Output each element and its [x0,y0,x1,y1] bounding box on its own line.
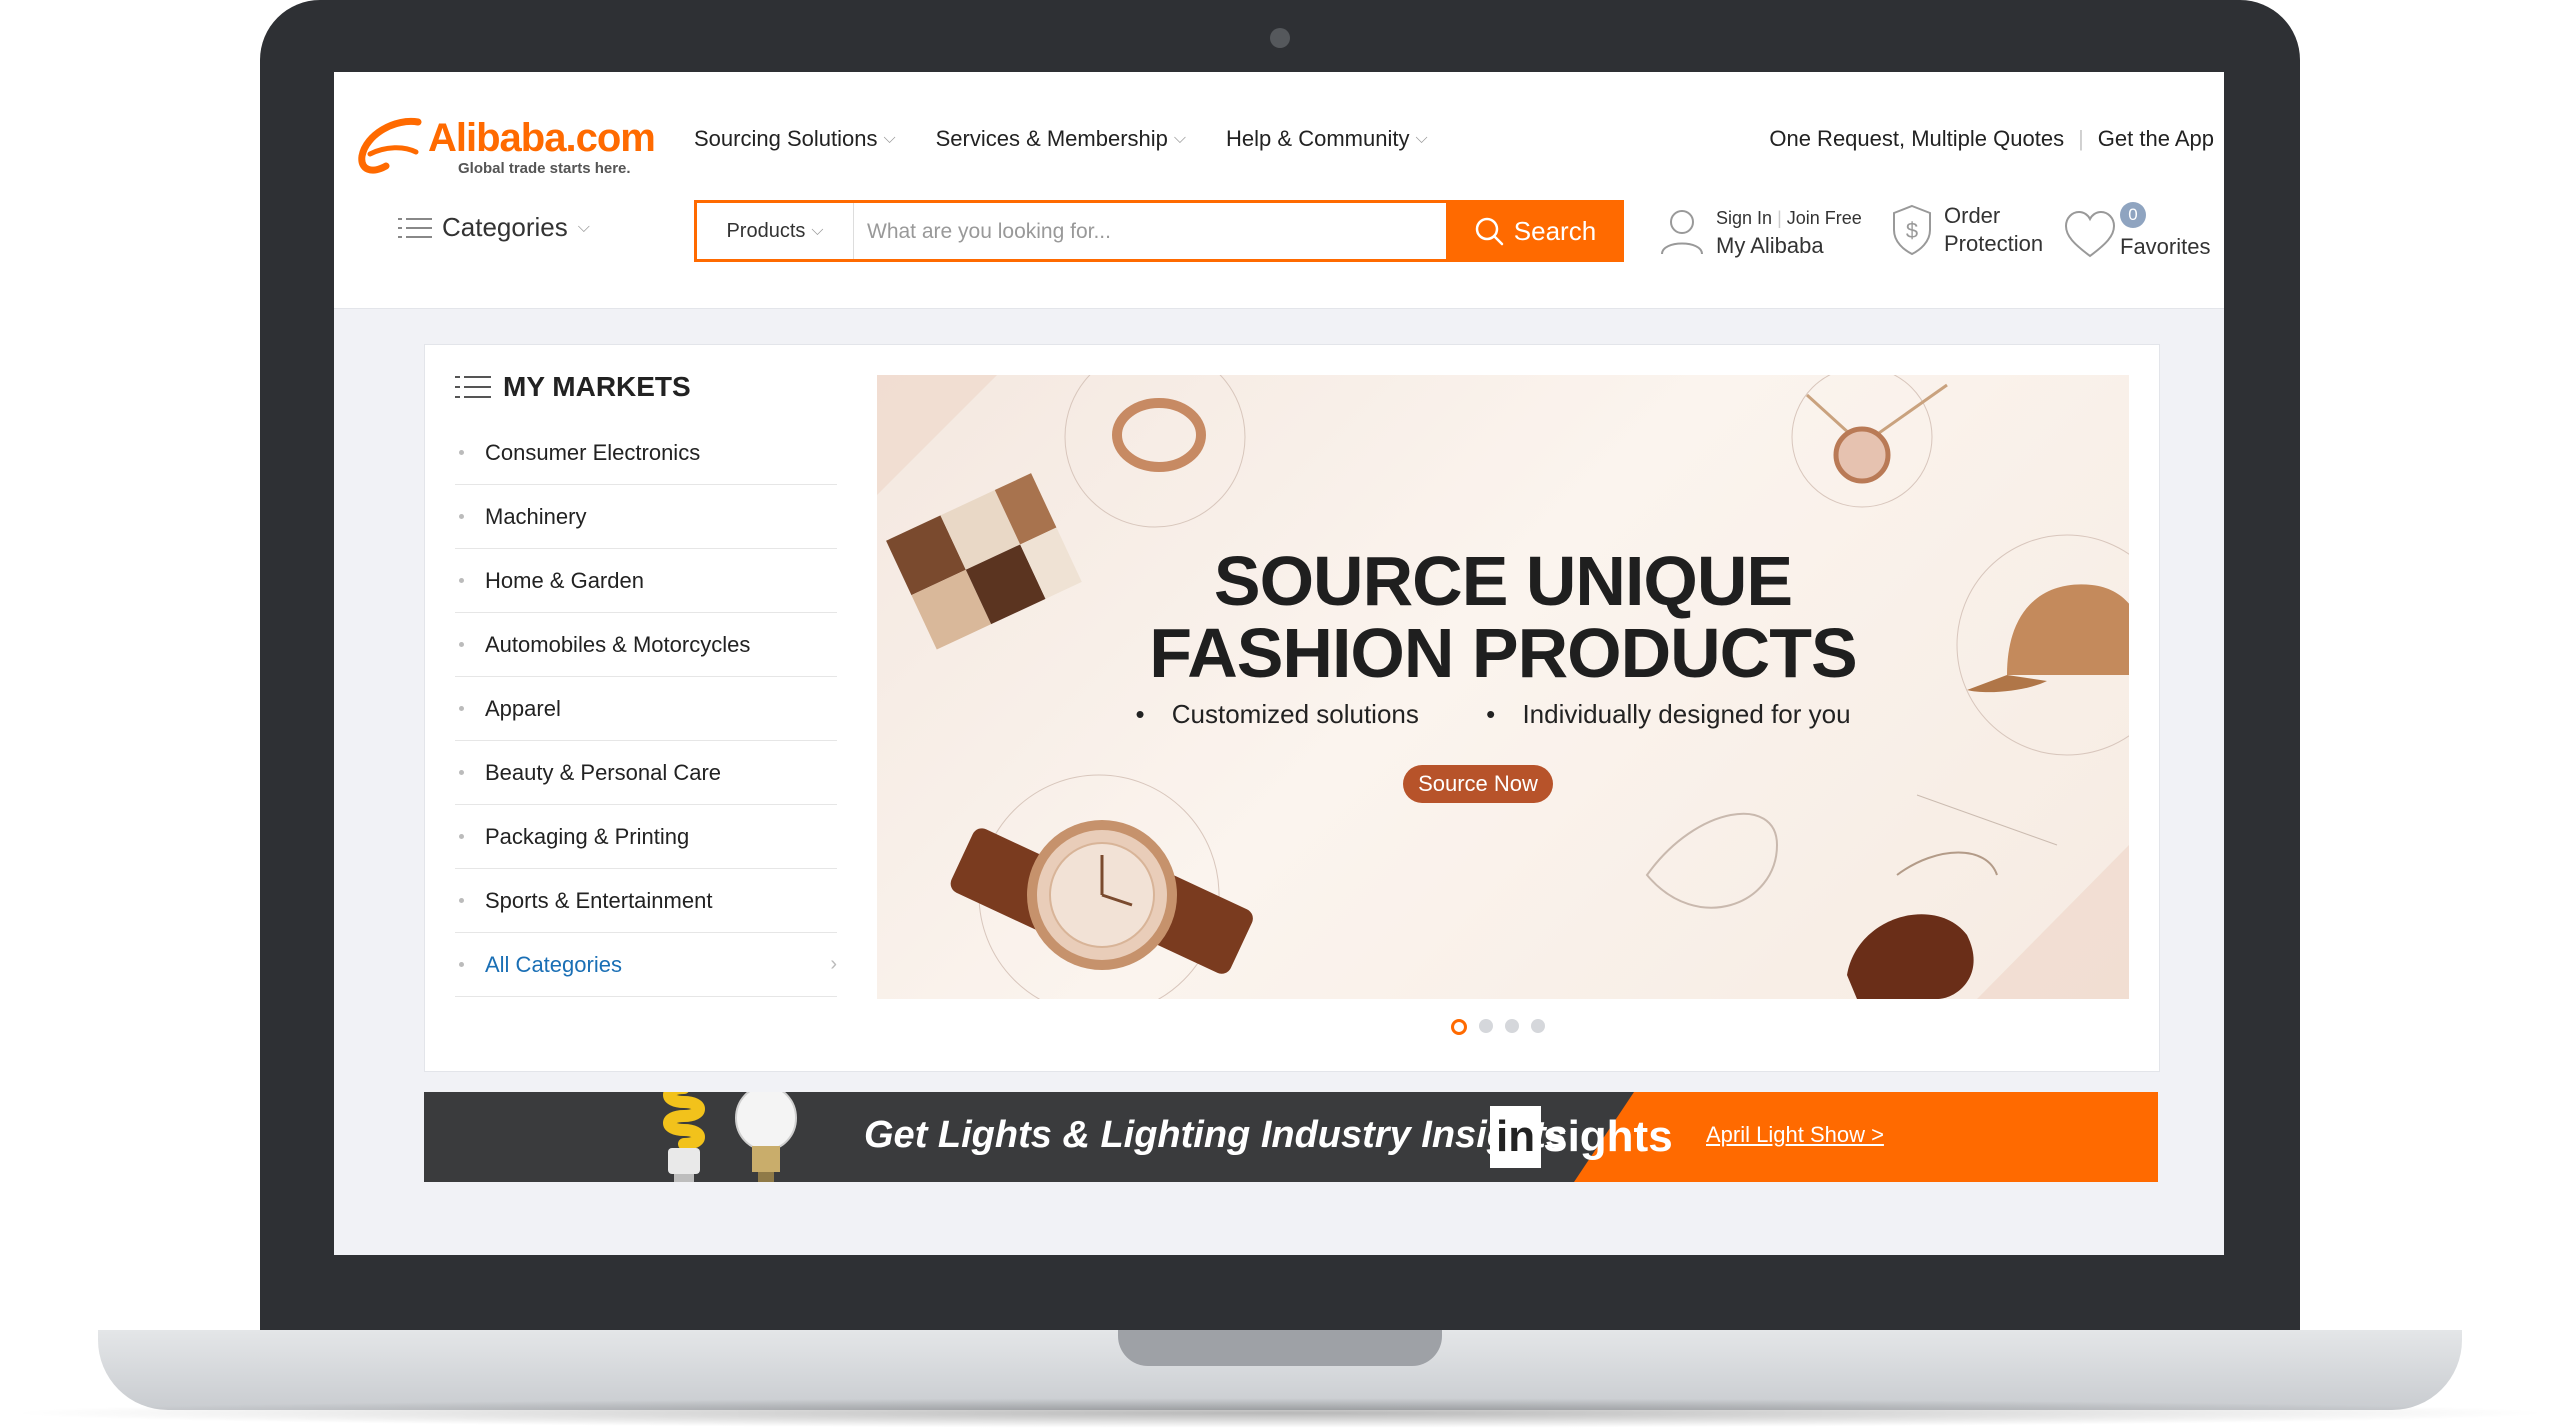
search-button[interactable]: Search [1446,200,1624,262]
carousel-dot[interactable] [1505,1019,1519,1033]
banner-headline-2: FASHION PRODUCTS [1149,614,1857,692]
order-protection-link[interactable]: $ Order Protection [1890,202,2043,258]
list-icon [398,217,432,238]
insights-rest: sights [1543,1112,1673,1161]
browser-screen: Alibaba.com Global trade starts here. So… [334,72,2224,1255]
logo-tagline: Global trade starts here. [458,160,631,177]
source-now-button[interactable]: Source Now [1403,765,1553,803]
favorites-count-badge: 0 [2120,202,2146,228]
sign-in-link[interactable]: Sign In [1716,208,1772,228]
hero-banner[interactable]: SOURCE UNIQUE FASHION PRODUCTS • Customi… [877,375,2129,999]
top-links: One Request, Multiple Quotes | Get the A… [1769,126,2214,152]
chevron-right-icon: › [830,953,837,975]
laptop-shadow [0,1398,2560,1428]
my-markets-title: MY MARKETS [455,371,691,403]
order-line2: Protection [1944,231,2044,256]
all-categories-link[interactable]: All Categories › [455,933,837,997]
market-item-packaging[interactable]: Packaging & Printing [455,805,837,869]
categories-label: Categories [442,212,568,242]
banner-bullets: • Customized solutions • Individually de… [877,699,2129,730]
favorites-label: Favorites [2120,234,2211,259]
chevron-down-icon: ⌵ [811,222,824,239]
nav-services-membership[interactable]: Services & Membership ⌵ [936,126,1186,152]
insights-logo: in sights [1490,1104,1673,1170]
market-item-machinery[interactable]: Machinery [455,485,837,549]
chevron-down-icon: ⌵ [1415,130,1428,147]
order-line1: Order [1944,203,2001,228]
user-icon [1661,210,1703,255]
site-header: Alibaba.com Global trade starts here. So… [334,72,2224,309]
all-categories-label: All Categories [485,951,622,977]
logo-text: Alibaba.com [428,116,656,160]
heart-icon [2064,210,2116,258]
order-protection-text: Order Protection [1944,202,2043,258]
light-bulb-icon [663,1092,797,1182]
chevron-down-icon: ⌵ [1173,130,1187,147]
april-light-show-link[interactable]: April Light Show > [1706,1122,1884,1148]
nav-label: Sourcing Solutions [694,126,878,151]
search-type-label: Products [726,219,806,242]
divider: | [2078,126,2084,151]
nav-help-community[interactable]: Help & Community ⌵ [1226,126,1428,152]
promo-text: Get Lights & Lighting Industry Insights [864,1114,1567,1156]
search-type-select[interactable]: Products ⌵ [697,203,854,259]
divider: | [1777,208,1782,228]
nav-label: Services & Membership [935,126,1168,151]
alibaba-logo[interactable]: Alibaba.com Global trade starts here. [356,116,656,178]
carousel-dots [1451,1019,1545,1035]
market-item-automobiles[interactable]: Automobiles & Motorcycles [455,613,837,677]
nav-sourcing-solutions[interactable]: Sourcing Solutions ⌵ [694,126,896,152]
market-item-sports[interactable]: Sports & Entertainment [455,869,837,933]
shield-dollar-icon: $ [1893,204,1931,256]
logo-swoosh-icon [358,117,422,174]
search-icon [1475,217,1504,246]
chevron-down-icon: ⌵ [577,218,590,236]
market-item-consumer-electronics[interactable]: Consumer Electronics [455,421,837,485]
laptop-notch [1118,1330,1442,1366]
banner-bullet: • Individually designed for you [1486,699,1851,729]
favorites-link[interactable]: 0 Favorites [2064,202,2214,262]
chevron-down-icon: ⌵ [883,130,896,147]
top-nav: Sourcing Solutions ⌵ Services & Membersh… [694,126,1428,152]
carousel-dot[interactable] [1479,1019,1493,1033]
markets-list: Consumer Electronics Machinery Home & Ga… [455,421,837,997]
carousel-dot[interactable] [1451,1019,1467,1035]
market-item-apparel[interactable]: Apparel [455,677,837,741]
markets-card: MY MARKETS Consumer Electronics Machiner… [424,344,2160,1072]
list-icon [455,376,491,398]
account-text: Sign In | Join Free My Alibaba [1716,204,1862,260]
market-item-beauty[interactable]: Beauty & Personal Care [455,741,837,805]
join-free-link[interactable]: Join Free [1787,208,1862,228]
banner-headline-1: SOURCE UNIQUE [1213,542,1793,620]
market-item-home-garden[interactable]: Home & Garden [455,549,837,613]
nav-label: Help & Community [1226,126,1410,151]
search-input[interactable] [857,203,1469,261]
insights-in: in [1490,1106,1542,1168]
categories-menu[interactable]: Categories ⌵ [398,212,590,243]
search-button-label: Search [1513,215,1597,246]
my-markets-label: MY MARKETS [503,371,691,402]
svg-text:$: $ [1906,218,1918,243]
get-app-link[interactable]: Get the App [2098,126,2214,152]
my-alibaba-link[interactable]: My Alibaba [1716,232,1862,260]
banner-bullet: • Customized solutions [1135,699,1419,729]
carousel-dot[interactable] [1531,1019,1545,1033]
account-area: Sign In | Join Free My Alibaba [1660,204,1862,260]
one-request-link[interactable]: One Request, Multiple Quotes [1769,126,2064,152]
lighting-promo-bar[interactable]: Get Lights & Lighting Industry Insights … [424,1092,2158,1182]
search-bar: Products ⌵ Search [694,200,1624,262]
camera-icon [1270,28,1290,48]
